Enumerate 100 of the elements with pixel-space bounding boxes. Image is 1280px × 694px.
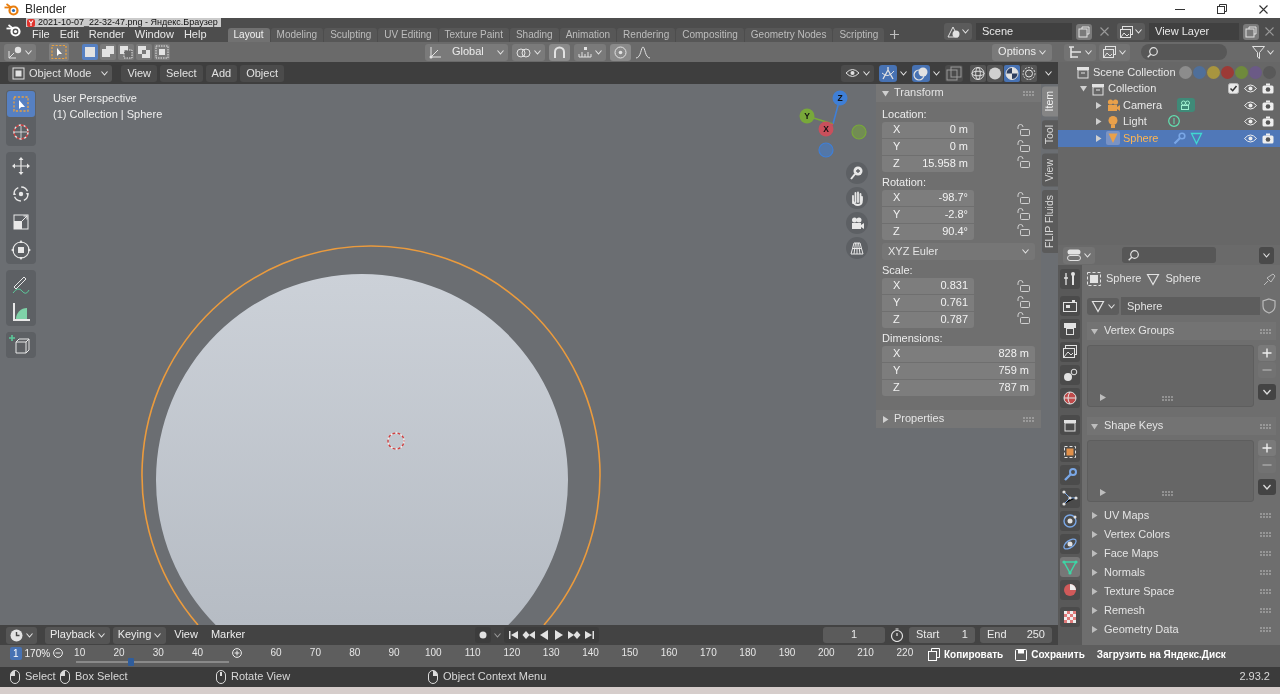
stopwatch-icon[interactable] xyxy=(890,628,904,642)
number-field[interactable]: X 828 m xyxy=(882,346,1035,362)
quartered-sphere-icon[interactable] xyxy=(1004,64,1020,82)
workspace-tab[interactable]: Layout xyxy=(227,28,270,42)
unlocked-padlock-icon[interactable] xyxy=(1016,207,1030,220)
search-field[interactable] xyxy=(1141,44,1227,60)
expand-triangle-icon[interactable] xyxy=(1100,394,1106,401)
menu-item[interactable]: Help xyxy=(178,28,212,41)
sidebar-tab[interactable]: View xyxy=(1042,153,1058,187)
difference-squares-icon[interactable] xyxy=(136,44,152,60)
outliner-row[interactable]: Sphere xyxy=(1058,130,1280,147)
expand-triangle-icon[interactable] xyxy=(1091,569,1098,576)
negative-axis-handle[interactable] xyxy=(851,124,867,140)
number-field[interactable]: X 0.831 xyxy=(882,278,974,294)
duplicate-icon[interactable] xyxy=(1076,23,1092,40)
checkbox[interactable] xyxy=(1228,83,1239,95)
jump-to-start-icon[interactable] xyxy=(506,628,521,642)
unlocked-padlock-icon[interactable] xyxy=(1016,191,1030,204)
menu-item[interactable]: Render xyxy=(83,28,130,41)
menu-item[interactable]: Marker xyxy=(205,626,251,644)
sidebar-tab[interactable]: Item xyxy=(1042,86,1058,117)
panel-header[interactable]: Shape Keys xyxy=(1087,417,1276,435)
number-field[interactable]: Z 15.958 m xyxy=(882,156,974,172)
perspective-grid-icon[interactable] xyxy=(846,237,868,259)
camera-icon[interactable] xyxy=(1060,296,1080,316)
start-frame-field[interactable]: Start 1 xyxy=(909,627,975,643)
transform-orientation-dropdown[interactable]: Global xyxy=(425,43,508,61)
panel-header[interactable]: Vertex Groups xyxy=(1087,322,1276,340)
expand-triangle-icon[interactable] xyxy=(882,415,889,423)
search-field[interactable] xyxy=(1122,247,1216,263)
subtract-squares-icon[interactable] xyxy=(118,44,134,60)
pin-icon[interactable] xyxy=(1263,272,1276,286)
expand-triangle-icon[interactable] xyxy=(1091,422,1098,430)
sidebar-tab[interactable]: FLIP Fluids xyxy=(1042,190,1058,254)
workspace-tab[interactable]: Scripting xyxy=(833,28,885,42)
expand-triangle-icon[interactable] xyxy=(1100,489,1106,496)
workspace-tab[interactable]: UV Editing xyxy=(378,28,438,42)
dashed-square-icon[interactable] xyxy=(1060,442,1080,462)
unlocked-padlock-icon[interactable] xyxy=(1016,223,1030,236)
panel-header[interactable]: Remesh xyxy=(1087,601,1276,620)
display-mode-dropdown[interactable] xyxy=(1064,43,1096,61)
render-camera-icon[interactable] xyxy=(1262,132,1274,144)
number-field[interactable]: Z 0.787 xyxy=(882,312,974,328)
color-swatch-icon[interactable] xyxy=(1248,65,1262,79)
number-field[interactable]: Y 0.761 xyxy=(882,295,974,311)
expand-triangle-icon[interactable] xyxy=(1091,531,1098,538)
eye-icon[interactable] xyxy=(1244,100,1257,110)
scene-name-field[interactable]: Scene xyxy=(976,23,1072,40)
unlocked-padlock-icon[interactable] xyxy=(1016,123,1030,136)
unlocked-padlock-icon[interactable] xyxy=(1016,155,1030,168)
outliner-row[interactable]: Camera xyxy=(1058,97,1280,114)
hand-icon[interactable] xyxy=(846,187,868,209)
overlapping-circles-icon[interactable] xyxy=(912,64,930,82)
expand-triangle-icon[interactable] xyxy=(1094,101,1102,109)
number-field[interactable]: X -98.7° xyxy=(882,190,974,206)
axis-handle[interactable]: X xyxy=(818,121,834,137)
proportional-edit-toggle[interactable] xyxy=(609,43,631,61)
overlapping-squares-icon[interactable] xyxy=(945,64,963,82)
expand-triangle-icon[interactable] xyxy=(1094,134,1102,142)
wireframe-sphere-icon[interactable] xyxy=(970,64,986,82)
zoom-out-icon[interactable] xyxy=(53,648,64,658)
toolbar-action[interactable]: Сохранить xyxy=(1031,648,1085,661)
render-camera-icon[interactable] xyxy=(1262,116,1274,128)
filled-square-icon[interactable] xyxy=(82,44,98,60)
printer-icon[interactable] xyxy=(1060,319,1080,339)
options-dropdown[interactable] xyxy=(1259,246,1274,264)
number-field[interactable]: Y 0 m xyxy=(882,139,974,155)
shield-icon[interactable] xyxy=(1262,298,1276,314)
workspace-tab[interactable]: Modeling xyxy=(270,28,324,42)
workspace-tab[interactable]: Geometry Nodes xyxy=(744,28,833,42)
panel-header[interactable]: UV Maps xyxy=(1087,506,1276,525)
close-icon[interactable] xyxy=(1259,4,1268,14)
duplicate-icon[interactable] xyxy=(1243,23,1259,40)
camera-data-icon[interactable] xyxy=(1177,98,1196,113)
menu-item[interactable]: Keying xyxy=(112,626,167,644)
dashed-circle-icon[interactable] xyxy=(1021,64,1037,82)
number-field[interactable]: Y -2.8° xyxy=(882,207,974,223)
wrench-icon[interactable] xyxy=(1060,465,1080,485)
panel-header[interactable]: Vertex Colors xyxy=(1087,525,1276,544)
snap-element-dropdown[interactable] xyxy=(573,43,606,61)
menu-item[interactable]: Window xyxy=(129,28,179,41)
outliner-row[interactable]: Collection xyxy=(1058,80,1280,97)
workspace-tab[interactable]: Shading xyxy=(509,28,559,42)
add-icon[interactable] xyxy=(1258,440,1276,456)
menu-item[interactable]: Object xyxy=(240,64,284,82)
zoom-icon[interactable] xyxy=(846,162,868,184)
color-swatch-icon[interactable] xyxy=(1220,65,1234,79)
menu-item[interactable]: Edit xyxy=(54,28,84,41)
triangle-outline-icon[interactable] xyxy=(1190,131,1204,145)
intersect-squares-icon[interactable] xyxy=(154,44,170,60)
add-workspace-icon[interactable] xyxy=(890,30,900,39)
view-layer-name-field[interactable]: View Layer xyxy=(1149,23,1239,40)
mode-dropdown[interactable]: Object Mode xyxy=(8,64,113,82)
checker-icon[interactable] xyxy=(1060,607,1080,627)
number-field[interactable]: Z 787 m xyxy=(882,380,1035,396)
ellipse-orbit-icon[interactable] xyxy=(1060,534,1080,554)
number-field[interactable]: Z 90.4° xyxy=(882,224,974,240)
panel-header[interactable]: Properties xyxy=(876,410,1041,428)
expand-triangle-icon[interactable] xyxy=(1091,550,1098,557)
outliner-row[interactable]: Light xyxy=(1058,113,1280,130)
